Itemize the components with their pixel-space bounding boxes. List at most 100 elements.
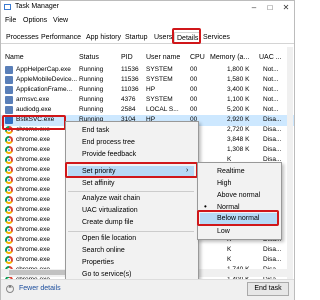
menu-options[interactable]: Options	[23, 17, 47, 24]
cell-user: SYSTEM	[146, 76, 173, 83]
close-button[interactable]: ✕	[279, 2, 293, 13]
tab-processes[interactable]: Processes	[4, 32, 41, 43]
minimize-button[interactable]: –	[247, 2, 261, 13]
ctx-go-to-services[interactable]: Go to service(s)	[82, 271, 131, 278]
cell-status: Running	[79, 96, 104, 103]
chrome-icon	[5, 136, 13, 144]
tab-performance[interactable]: Performance	[39, 32, 83, 43]
cell-user: HP	[146, 86, 156, 93]
cell-uac: Disa...	[263, 136, 282, 143]
cell-mem: 5,200 K	[227, 106, 250, 113]
cell-user: SYSTEM	[146, 96, 173, 103]
cell-pid: 11536	[121, 66, 139, 73]
ctx-search-online[interactable]: Search online	[82, 247, 125, 254]
separator	[68, 191, 194, 192]
cell-pid: 2584	[121, 106, 136, 113]
ctx-end-process-tree[interactable]: End process tree	[82, 139, 135, 146]
cell-mem: 1,100 K	[227, 96, 250, 103]
ctx-uac-virtualization[interactable]: UAC virtualization	[82, 207, 138, 214]
ctx-provide-feedback[interactable]: Provide feedback	[82, 151, 136, 158]
cell-name: chrome.exe	[16, 206, 50, 213]
cell-mem: 3,400 K	[227, 86, 250, 93]
priority-low[interactable]: Low	[217, 228, 230, 235]
cell-name: chrome.exe	[16, 256, 50, 263]
col-pid[interactable]: PID	[121, 54, 133, 61]
title-bar: Task Manager – □ ✕	[1, 1, 294, 14]
cell-name: ApplicationFrame...	[16, 86, 72, 93]
process-icon	[5, 66, 13, 74]
col-cpu[interactable]: CPU	[190, 54, 205, 61]
priority-high[interactable]: High	[217, 180, 231, 187]
cell-uac: Disa...	[263, 146, 282, 153]
details-tab-highlight	[172, 28, 201, 44]
tab-users[interactable]: Users	[152, 32, 174, 43]
tab-app-history[interactable]: App history	[84, 32, 123, 43]
cell-pid: 4376	[121, 96, 136, 103]
ctx-properties[interactable]: Properties	[82, 259, 114, 266]
menu-view[interactable]: View	[53, 17, 68, 24]
col-uac[interactable]: UAC ...	[259, 54, 282, 61]
cell-status: Running	[79, 66, 104, 73]
cell-uac: Not...	[263, 66, 279, 73]
cell-mem: 2,720 K	[227, 126, 250, 133]
col-status[interactable]: Status	[79, 54, 99, 61]
task-manager-window: Task Manager – □ ✕ File Options View Pro…	[0, 0, 295, 300]
tab-startup[interactable]: Startup	[123, 32, 150, 43]
cell-uac: Disa...	[263, 116, 282, 123]
chrome-icon	[5, 156, 13, 164]
cell-status: Running	[79, 76, 104, 83]
cell-name: audiodg.exe	[16, 106, 52, 113]
col-memory[interactable]: Memory (a...	[210, 54, 249, 61]
chrome-icon	[5, 166, 13, 174]
priority-above-normal[interactable]: Above normal	[217, 192, 260, 199]
ctx-end-task[interactable]: End task	[82, 127, 109, 134]
cell-uac: Not...	[263, 106, 279, 113]
cell-uac: Disa...	[263, 126, 282, 133]
cell-uac: Not...	[263, 86, 279, 93]
ctx-analyze-wait-chain[interactable]: Analyze wait chain	[82, 195, 140, 202]
cell-name: chrome.exe	[16, 136, 50, 143]
cell-pid: 11536	[121, 76, 139, 83]
cell-name: chrome.exe	[16, 146, 50, 153]
ctx-set-affinity[interactable]: Set affinity	[82, 180, 115, 187]
chrome-icon	[5, 256, 13, 264]
cell-mem: 1,800 K	[227, 66, 250, 73]
cell-mem: 2,920 K	[227, 116, 250, 123]
col-name[interactable]: Name	[5, 54, 24, 61]
ctx-create-dump-file[interactable]: Create dump file	[82, 219, 133, 226]
ctx-open-file-location[interactable]: Open file location	[82, 235, 136, 242]
tab-services[interactable]: Services	[201, 32, 232, 43]
tab-strip: Processes Performance App history Startu…	[1, 31, 294, 44]
priority-realtime[interactable]: Realtime	[217, 168, 245, 175]
column-header: Name PID Status User name CPU Memory (a.…	[1, 47, 294, 65]
col-user-name[interactable]: User name	[146, 54, 180, 61]
cell-mem: K	[227, 246, 232, 253]
task-manager-icon	[4, 4, 11, 10]
chrome-icon	[5, 226, 13, 234]
cell-cpu: 00	[190, 66, 198, 73]
chrome-icon	[5, 176, 13, 184]
fewer-details-link[interactable]: Fewer details	[19, 285, 61, 292]
cell-user: SYSTEM	[146, 66, 173, 73]
cell-uac: Disa...	[263, 256, 282, 263]
process-icon	[5, 76, 13, 84]
below-normal-highlight	[197, 210, 279, 226]
cell-mem: K	[227, 256, 232, 263]
bstksvc-highlight	[2, 115, 66, 130]
process-icon	[5, 86, 13, 94]
end-task-button[interactable]: End task	[247, 282, 289, 296]
chrome-icon	[5, 216, 13, 224]
cell-user: LOCAL S...	[146, 106, 179, 113]
maximize-button[interactable]: □	[263, 2, 277, 13]
window-title: Task Manager	[15, 3, 59, 10]
chrome-icon	[5, 186, 13, 194]
vertical-scrollbar[interactable]	[287, 47, 293, 279]
process-icon	[5, 106, 13, 114]
cell-cpu: 00	[190, 86, 198, 93]
chrome-icon	[5, 246, 13, 254]
cell-cpu: 00	[190, 96, 198, 103]
menu-file[interactable]: File	[5, 17, 16, 24]
cell-status: Running	[79, 86, 104, 93]
cell-name: chrome.exe	[16, 216, 50, 223]
cell-mem: 1,580 K	[227, 76, 250, 83]
